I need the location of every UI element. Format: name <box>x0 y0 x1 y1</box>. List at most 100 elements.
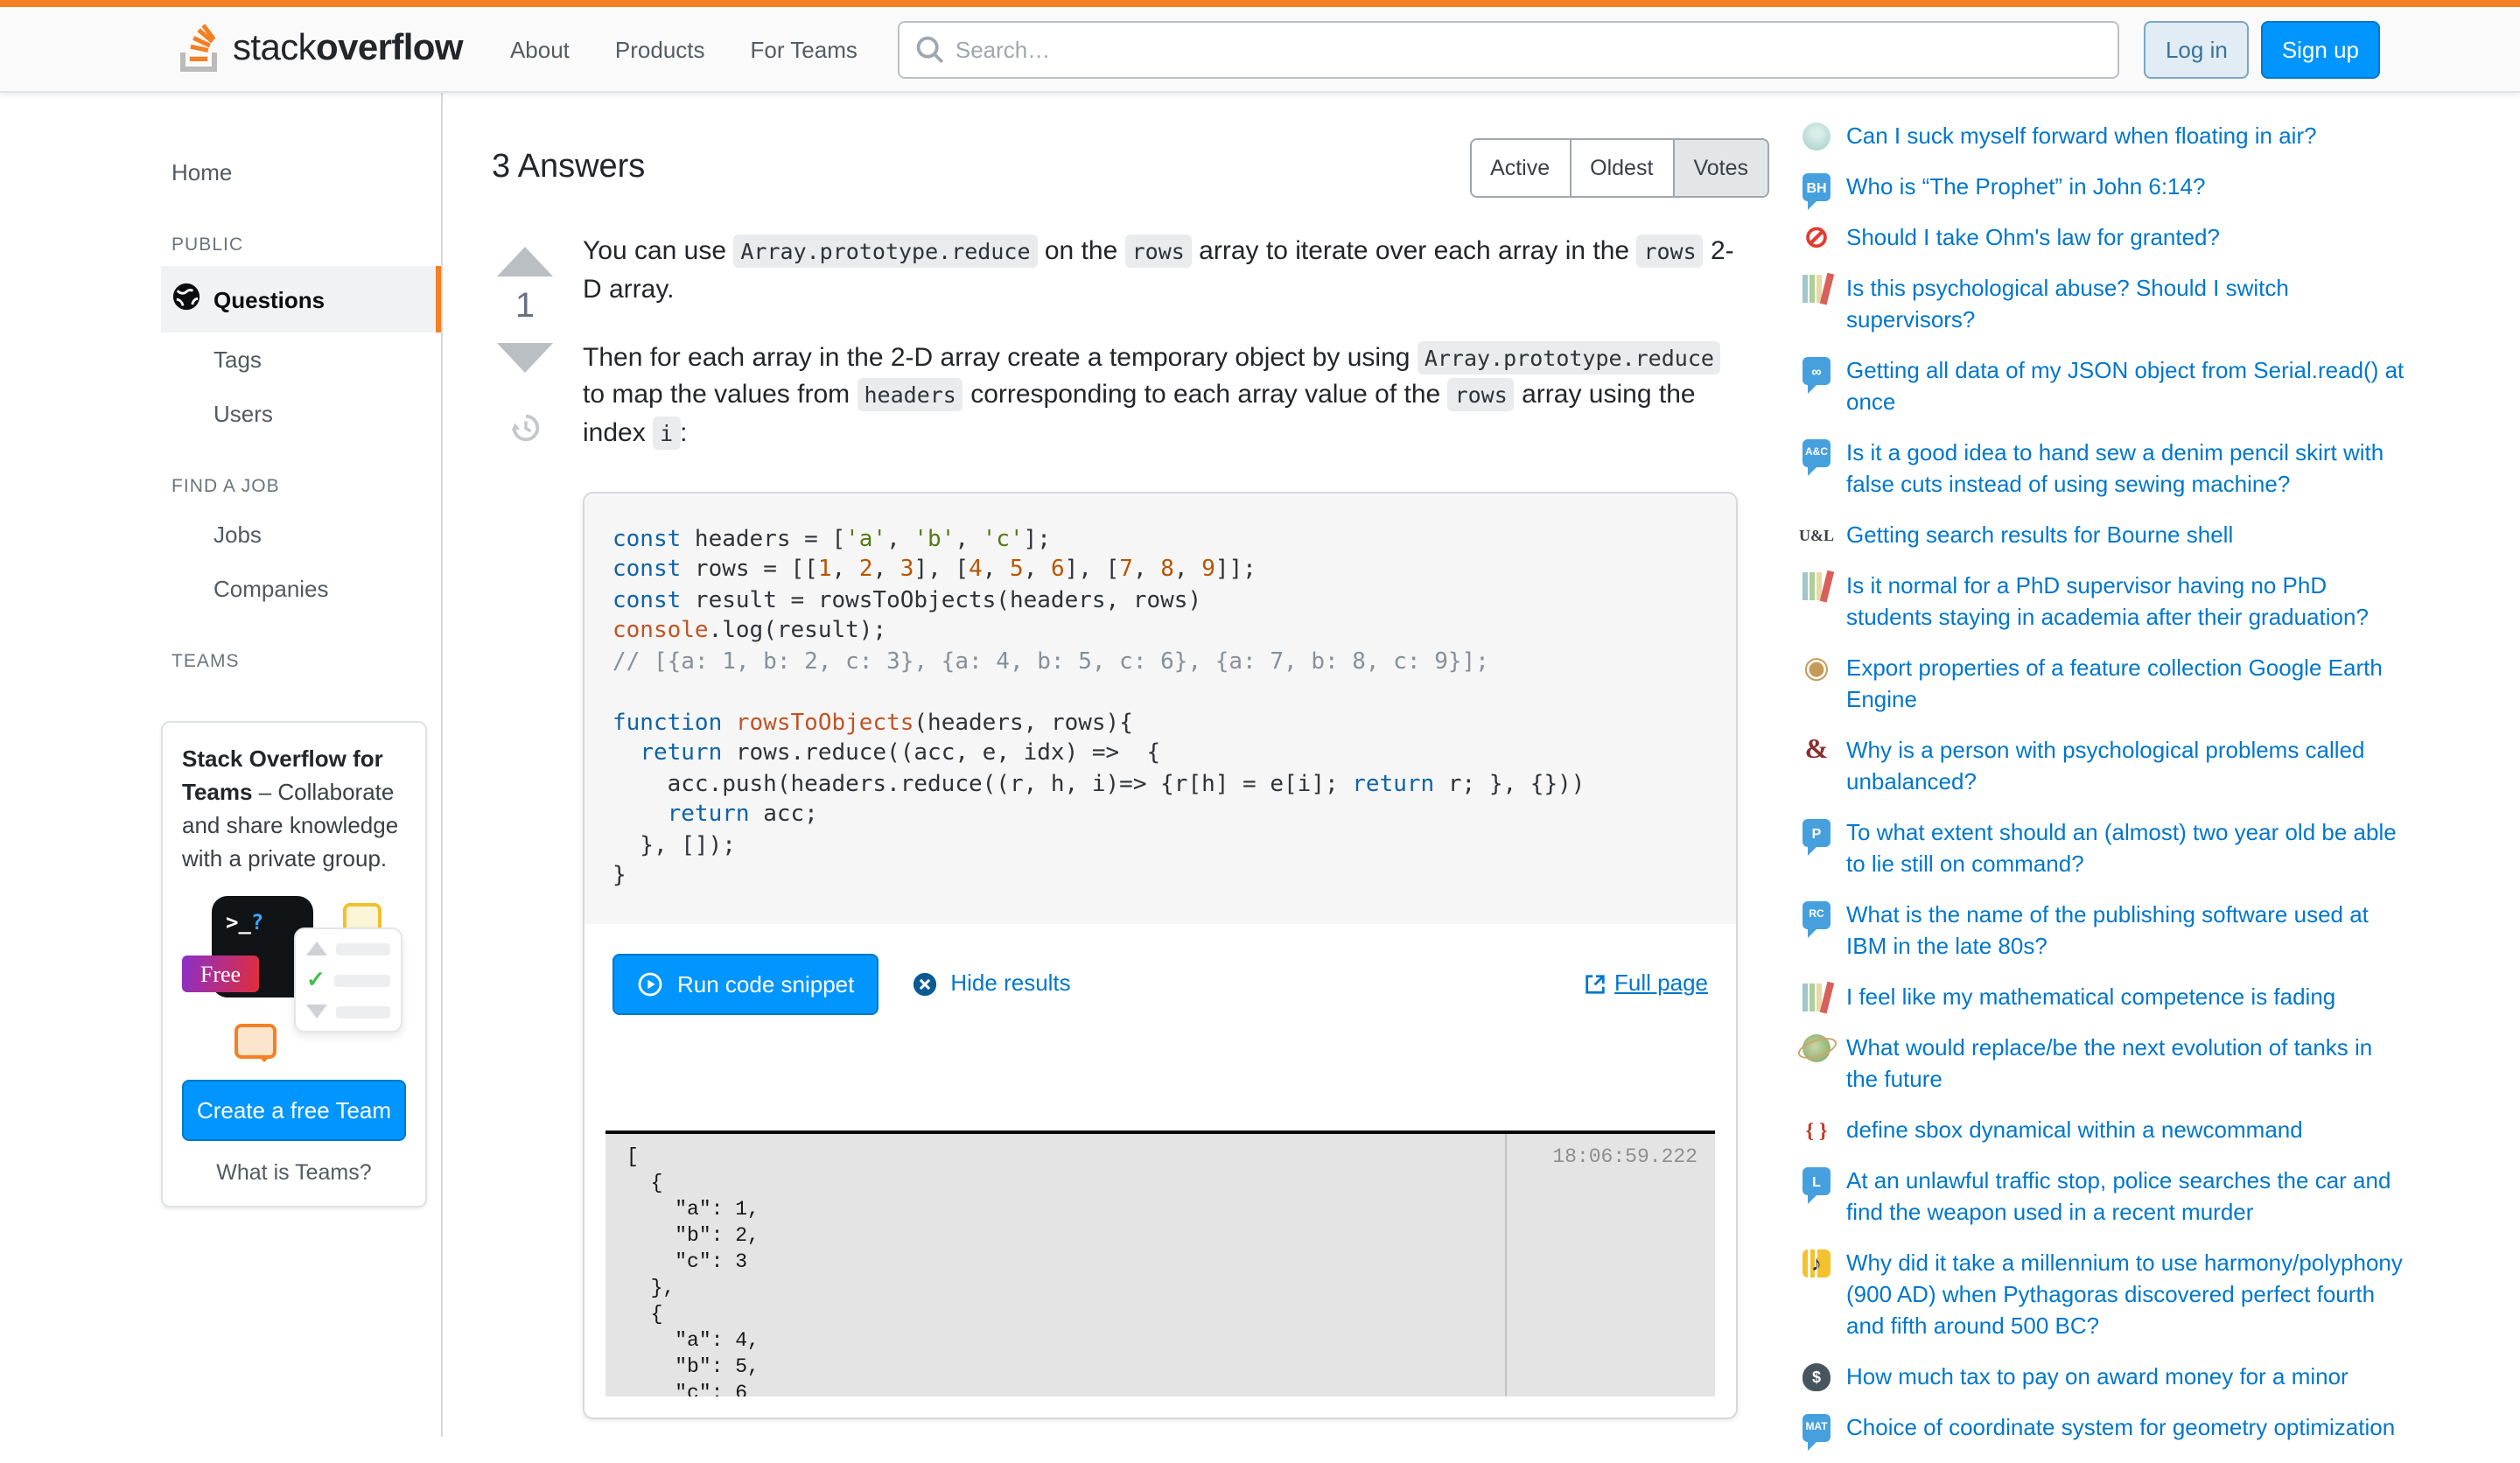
code-block: const headers = ['a', 'b', 'c']; const r… <box>584 494 1736 924</box>
downvote-icon <box>306 1005 327 1019</box>
answers-section: 3 Answers Active Oldest Votes 1 <box>443 93 1769 1419</box>
logo-text: stackoverflow <box>233 28 463 70</box>
sidebar-section-teams: TEAMS <box>161 640 441 682</box>
hot-question-link[interactable]: Is it normal for a PhD supervisor having… <box>1802 570 2432 634</box>
teams-illustration: >_? ✓ Free <box>182 893 406 1060</box>
hot-question-link[interactable]: $How much tax to pay on award money for … <box>1802 1362 2432 1393</box>
hot-question-link[interactable]: A&CIs it a good idea to hand sew a denim… <box>1802 438 2432 500</box>
console-timestamp: 18:06:59.222 <box>1505 1134 1715 1396</box>
hot-question-link[interactable]: BHWho is “The Prophet” in John 6:14? <box>1802 172 2432 203</box>
hot-question-link[interactable]: PTo what extent should an (almost) two y… <box>1802 817 2432 880</box>
english-language-site-icon: & <box>1802 737 1830 765</box>
gis-site-icon: ◉ <box>1802 654 1830 682</box>
free-badge: Free <box>182 956 259 993</box>
hot-question-link[interactable]: ∞Getting all data of my JSON object from… <box>1802 355 2432 418</box>
close-circle-icon <box>912 971 938 998</box>
academia-site-icon <box>1802 275 1830 303</box>
search-bar <box>898 20 2120 78</box>
hot-question-link[interactable]: What would replace/be the next evolution… <box>1802 1032 2432 1096</box>
hot-network-questions: Can I suck myself forward when floating … <box>1769 93 2520 1463</box>
money-site-icon: $ <box>1802 1363 1830 1391</box>
hot-question-link[interactable]: Is this psychological abuse? Should I sw… <box>1802 273 2432 336</box>
login-button[interactable]: Log in <box>2145 20 2249 78</box>
check-icon: ✓ <box>306 972 326 990</box>
teams-promo-text: Stack Overflow for Teams – Collaborate a… <box>182 744 406 876</box>
hot-question-link[interactable]: U&LGetting search results for Bourne she… <box>1802 520 2432 551</box>
academia-site-icon <box>1802 572 1830 600</box>
answers-header: 3 Answers <box>492 149 645 187</box>
unix-linux-site-icon: U&L <box>1802 522 1830 550</box>
search-input[interactable] <box>898 20 2120 78</box>
downvote-button[interactable] <box>497 343 553 373</box>
globe-icon <box>172 282 201 317</box>
tab-active[interactable]: Active <box>1471 140 1569 196</box>
vote-cell: 1 <box>492 233 558 1419</box>
hot-question-link[interactable]: ◉Export properties of a feature collecti… <box>1802 653 2432 716</box>
nav-link-about[interactable]: About <box>487 22 592 76</box>
vote-list-illustration: ✓ <box>294 928 402 1033</box>
upvote-button[interactable] <box>497 247 553 276</box>
worldbuilding-site-icon <box>1802 1034 1830 1062</box>
sidebar-item-jobs[interactable]: Jobs <box>161 508 441 562</box>
sidebar-item-companies[interactable]: Companies <box>161 562 441 616</box>
arduino-site-icon: ∞ <box>1802 357 1830 385</box>
nav-link-products[interactable]: Products <box>592 22 728 76</box>
music-site-icon: ♪ <box>1802 1250 1830 1278</box>
answer-post: 1 You can use Array.prototype.reduce on … <box>492 233 1769 1419</box>
hot-question-link[interactable]: RCWhat is the name of the publishing sof… <box>1802 900 2432 962</box>
retrocomputing-site-icon: RC <box>1802 901 1830 929</box>
hot-question-link[interactable]: MATChoice of coordinate system for geome… <box>1802 1412 2432 1444</box>
answer-paragraph: You can use Array.prototype.reduce on th… <box>583 233 1738 309</box>
run-code-snippet-button[interactable]: Run code snippet <box>612 954 878 1015</box>
stackoverflow-logo[interactable]: stackoverflow <box>175 18 463 80</box>
snippet-result-console: [ { "a": 1, "b": 2, "c": 3 }, { "a": 4, … <box>606 1130 1715 1396</box>
answer-sort-tabs: Active Oldest Votes <box>1469 138 1769 198</box>
teams-promo-card: Stack Overflow for Teams – Collaborate a… <box>161 721 427 1208</box>
tab-votes[interactable]: Votes <box>1672 140 1768 196</box>
hot-question-link[interactable]: Can I suck myself forward when floating … <box>1802 121 2432 152</box>
tex-site-icon: { } <box>1802 1116 1830 1144</box>
top-navbar: stackoverflow About Products For Teams L… <box>0 0 2520 93</box>
hot-question-link[interactable]: ♪Why did it take a millennium to use har… <box>1802 1248 2432 1342</box>
full-page-link[interactable]: Full page <box>1583 968 1708 1001</box>
post-history-icon[interactable] <box>508 411 542 453</box>
hot-question-link[interactable]: I feel like my mathematical competence i… <box>1802 982 2432 1013</box>
speech-bubble-icon <box>234 1025 276 1060</box>
hot-question-link[interactable]: ⊘Should I take Ohm's law for granted? <box>1802 222 2432 254</box>
left-sidebar: Home PUBLIC Questions Tags Users FIND A … <box>161 93 443 1437</box>
upvote-icon <box>306 942 327 956</box>
aviation-site-icon <box>1802 122 1830 150</box>
tab-oldest[interactable]: Oldest <box>1569 140 1672 196</box>
external-link-icon <box>1583 973 1606 996</box>
sidebar-item-users[interactable]: Users <box>161 387 441 441</box>
academia-site-icon <box>1802 984 1830 1012</box>
hot-question-link[interactable]: &Why is a person with psychological prob… <box>1802 735 2432 798</box>
signup-button[interactable]: Sign up <box>2261 20 2380 78</box>
sidebar-section-find-a-job: FIND A JOB <box>161 466 441 508</box>
arts-crafts-site-icon: A&C <box>1802 439 1830 467</box>
stackoverflow-logo-icon <box>175 18 224 80</box>
law-site-icon: L <box>1802 1167 1830 1195</box>
sidebar-section-public: PUBLIC <box>161 224 441 266</box>
hide-results-link[interactable]: Hide results <box>912 968 1070 1001</box>
hot-question-link[interactable]: { }define sbox dynamical within a newcom… <box>1802 1115 2432 1146</box>
nav-link-for-teams[interactable]: For Teams <box>728 22 880 76</box>
sidebar-item-questions[interactable]: Questions <box>161 266 441 332</box>
sidebar-item-tags[interactable]: Tags <box>161 332 441 387</box>
matter-modeling-site-icon: MAT <box>1802 1414 1830 1442</box>
create-free-team-button[interactable]: Create a free Team <box>182 1081 406 1142</box>
play-icon <box>637 971 663 998</box>
sidebar-item-label: Questions <box>214 286 325 312</box>
console-output: [ { "a": 1, "b": 2, "c": 3 }, { "a": 4, … <box>606 1134 1505 1396</box>
what-is-teams-link[interactable]: What is Teams? <box>182 1161 406 1186</box>
vote-count: 1 <box>515 287 535 327</box>
biblical-hermeneutics-site-icon: BH <box>1802 173 1830 201</box>
sidebar-item-home[interactable]: Home <box>161 145 441 200</box>
answer-paragraph: Then for each array in the 2-D array cre… <box>583 339 1738 453</box>
search-icon <box>915 34 945 64</box>
code-snippet-widget: const headers = ['a', 'b', 'c']; const r… <box>583 492 1738 1419</box>
parenting-site-icon: P <box>1802 819 1830 847</box>
electronics-site-icon: ⊘ <box>1802 224 1830 252</box>
hot-question-link[interactable]: LAt an unlawful traffic stop, police sea… <box>1802 1166 2432 1228</box>
answer-body: You can use Array.prototype.reduce on th… <box>583 233 1738 1419</box>
